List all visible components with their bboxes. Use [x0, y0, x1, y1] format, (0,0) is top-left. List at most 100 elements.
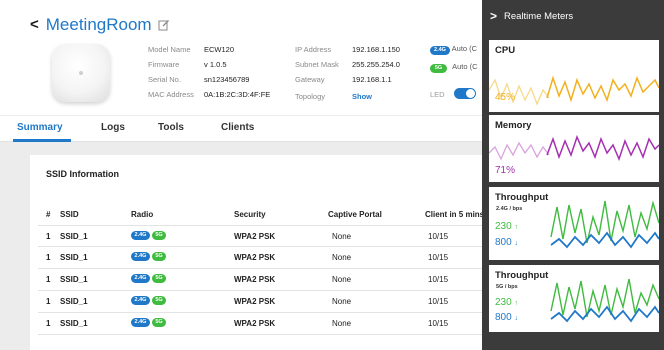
row-captive-portal: None: [332, 253, 352, 262]
edit-icon[interactable]: [158, 19, 170, 31]
firmware-value: v 1.0.5: [204, 60, 227, 69]
ip-value: 192.168.1.150: [352, 45, 400, 54]
device-detail-page: < MeetingRoom Model Name ECW120 Firmware…: [0, 0, 664, 350]
serial-key: Serial No.: [148, 75, 181, 84]
tab-tools[interactable]: Tools: [158, 122, 184, 133]
radio-5-pill: 5G: [152, 296, 166, 306]
table-row[interactable]: 1 SSID_1 2.4G 5G WPA2 PSK None 10/15: [38, 225, 510, 247]
radio-5-pill: 5G: [152, 318, 166, 328]
throughput-5-up: 230 ↑: [495, 297, 518, 308]
radio-24-pill: 2.4G: [131, 296, 150, 306]
row-captive-portal: None: [332, 232, 352, 241]
led-toggle[interactable]: [454, 88, 476, 99]
gateway-value: 192.168.1.1: [352, 75, 392, 84]
memory-meter: Memory 71%: [489, 115, 659, 182]
row-radio: 2.4G 5G: [131, 296, 168, 306]
row-security: WPA2 PSK: [234, 253, 276, 262]
led-label: LED: [430, 90, 445, 99]
col-header-num: #: [46, 210, 51, 219]
radio-5-info: 5G Auto (C: [430, 62, 478, 73]
throughput-24-label: Throughput: [495, 192, 549, 203]
mac-value: 0A:1B:2C:3D:4F:FE: [204, 90, 271, 99]
radio-24-badge: 2.4G: [430, 46, 450, 55]
row-security: WPA2 PSK: [234, 297, 276, 306]
radio-24-info: 2.4G Auto (C: [430, 44, 477, 55]
radio-5-pill: 5G: [152, 252, 166, 262]
firmware-key: Firmware: [148, 60, 180, 69]
cpu-value: 45%: [495, 92, 516, 103]
panel-header[interactable]: > Realtime Meters: [482, 7, 664, 27]
throughput-24-unit: 2.4G / bps: [496, 206, 523, 212]
tab-logs[interactable]: Logs: [101, 122, 125, 133]
row-security: WPA2 PSK: [234, 232, 276, 241]
row-captive-portal: None: [332, 319, 352, 328]
chevron-right-icon[interactable]: >: [490, 10, 497, 22]
row-clients: 10/15: [428, 275, 449, 284]
col-header-radio: Radio: [131, 210, 154, 219]
radio-5-text: Auto (C: [452, 62, 478, 71]
row-radio: 2.4G 5G: [131, 318, 168, 328]
throughput-5-down: 800 ↓: [495, 312, 518, 323]
card-title: SSID Information: [46, 169, 120, 179]
row-clients: 10/15: [428, 253, 449, 262]
row-security: WPA2 PSK: [234, 319, 276, 328]
throughput-24-down: 800 ↓: [495, 237, 518, 248]
row-num: 1: [46, 253, 51, 262]
subnet-value: 255.255.254.0: [352, 60, 400, 69]
row-num: 1: [46, 297, 51, 306]
row-radio: 2.4G 5G: [131, 231, 168, 241]
device-image: [52, 44, 110, 102]
cpu-label: CPU: [495, 45, 516, 56]
tab-summary[interactable]: Summary: [17, 122, 63, 133]
row-ssid: SSID_1: [60, 253, 88, 262]
throughput-24-up: 230 ↑: [495, 221, 518, 232]
row-num: 1: [46, 275, 51, 284]
model-name-value: ECW120: [204, 45, 235, 54]
table-row[interactable]: 1 SSID_1 2.4G 5G WPA2 PSK None 10/15: [38, 291, 510, 313]
ssid-card: SSID Information # SSID Radio Security C…: [30, 155, 510, 350]
radio-24-pill: 2.4G: [131, 318, 150, 328]
radio-24-pill: 2.4G: [131, 252, 150, 262]
memory-value: 71%: [495, 165, 516, 176]
table-row[interactable]: 1 SSID_1 2.4G 5G WPA2 PSK None 10/15: [38, 313, 510, 335]
serial-value: sn123456789: [204, 75, 250, 84]
throughput-5-meter: Throughput 5G / bps 230 ↑ 800 ↓: [489, 265, 659, 332]
radio-5-pill: 5G: [152, 231, 166, 241]
topology-show-link[interactable]: Show: [352, 92, 372, 101]
tab-clients[interactable]: Clients: [221, 122, 254, 133]
row-captive-portal: None: [332, 275, 352, 284]
row-num: 1: [46, 319, 51, 328]
row-radio: 2.4G 5G: [131, 274, 168, 284]
radio-5-pill: 5G: [152, 274, 166, 284]
panel-title: Realtime Meters: [504, 11, 574, 22]
row-ssid: SSID_1: [60, 297, 88, 306]
row-clients: 10/15: [428, 297, 449, 306]
throughput-5-label: Throughput: [495, 270, 549, 281]
active-tab-indicator: [13, 139, 71, 142]
row-num: 1: [46, 232, 51, 241]
col-header-security: Security: [234, 210, 266, 219]
table-row[interactable]: 1 SSID_1 2.4G 5G WPA2 PSK None 10/15: [38, 247, 510, 269]
radio-5-badge: 5G: [430, 64, 447, 73]
throughput-24-meter: Throughput 2.4G / bps 230 ↑ 800 ↓: [489, 187, 659, 260]
col-header-captive-portal: Captive Portal: [328, 210, 382, 219]
page-title: MeetingRoom: [45, 15, 152, 34]
table-row[interactable]: 1 SSID_1 2.4G 5G WPA2 PSK None 10/15: [38, 269, 510, 291]
row-security: WPA2 PSK: [234, 275, 276, 284]
subnet-key: Subnet Mask: [295, 60, 339, 69]
back-chevron-icon[interactable]: <: [30, 15, 39, 35]
model-name-key: Model Name: [148, 45, 191, 54]
row-clients: 10/15: [428, 319, 449, 328]
col-header-ssid: SSID: [60, 210, 79, 219]
col-header-clients: Client in 5 mins: [425, 210, 485, 219]
realtime-meters-panel: > Realtime Meters CPU 45% Memory 71% Thr…: [482, 0, 664, 350]
radio-24-pill: 2.4G: [131, 274, 150, 284]
throughput-5-unit: 5G / bps: [496, 284, 518, 290]
radio-24-text: Auto (C: [451, 44, 478, 53]
gateway-key: Gateway: [295, 75, 325, 84]
ip-key: IP Address: [295, 45, 332, 54]
radio-24-pill: 2.4G: [131, 231, 150, 241]
row-ssid: SSID_1: [60, 319, 88, 328]
memory-label: Memory: [495, 120, 532, 131]
cpu-meter: CPU 45%: [489, 40, 659, 112]
